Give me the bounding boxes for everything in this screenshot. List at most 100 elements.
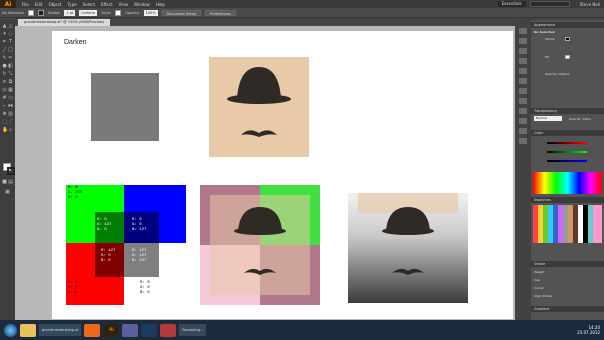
appearance-fill-swatch[interactable]	[565, 55, 570, 59]
type-tool-icon[interactable]: T	[8, 40, 13, 45]
width-tool-icon[interactable]: ≋	[2, 80, 7, 85]
graphic-styles-panel-icon[interactable]	[519, 68, 527, 74]
stroke-swatch[interactable]	[38, 9, 45, 16]
color-panel-icon[interactable]	[519, 28, 527, 34]
stroke-weight-field[interactable]: 1 pt	[64, 9, 76, 16]
mesh-tool-icon[interactable]: #	[2, 96, 7, 101]
swatches-panel-icon[interactable]	[519, 38, 527, 44]
stroke-cap-row[interactable]: Cap	[534, 278, 540, 282]
swatches-grid[interactable]	[533, 205, 602, 243]
transparency-panel-header[interactable]: Transparency	[531, 108, 604, 114]
help-search-input[interactable]	[529, 1, 570, 7]
opacity-value[interactable]: Opacity: 100%	[569, 117, 591, 121]
blob-brush-tool-icon[interactable]: ●	[2, 64, 7, 69]
line-tool-icon[interactable]: ╱	[2, 48, 7, 53]
lasso-tool-icon[interactable]: ◌	[8, 32, 13, 37]
color-g-slider[interactable]	[547, 151, 587, 153]
direct-selection-tool-icon[interactable]: △	[8, 24, 13, 29]
fill-swatch[interactable]	[28, 9, 35, 16]
gradient-panel-icon[interactable]	[519, 98, 527, 104]
menu-window[interactable]: Window	[134, 2, 150, 7]
eraser-tool-icon[interactable]: ◧	[8, 64, 13, 69]
align-panel-icon[interactable]	[519, 118, 527, 124]
graph-tool-icon[interactable]: ▥	[8, 112, 13, 117]
brushes-panel-icon[interactable]	[519, 48, 527, 54]
taskbar-task-recording[interactable]: Recording...	[179, 324, 207, 336]
gradient-mode-icon[interactable]: ▤	[8, 180, 13, 185]
appearance-stroke-row[interactable]: Stroke	[545, 37, 555, 41]
explorer-taskbar-icon[interactable]	[20, 323, 36, 337]
hat-man-square[interactable]	[209, 57, 309, 157]
artboard-tool-icon[interactable]: ⬚	[2, 120, 7, 125]
pathfinder-panel-icon[interactable]	[519, 128, 527, 134]
swatches-panel-header[interactable]: Swatches	[531, 197, 604, 203]
hand-tool-icon[interactable]: ✋	[2, 128, 8, 133]
color-mode-icon[interactable]: ■	[2, 180, 7, 185]
menu-object[interactable]: Object	[48, 2, 61, 7]
workspace-switcher[interactable]: Essentials	[497, 1, 526, 7]
taskbar-task-illustrator-file[interactable]: grandmesterstexp.ai	[39, 324, 82, 336]
illustrator-logo[interactable]: Ai	[0, 0, 16, 8]
gray-square[interactable]	[91, 73, 159, 141]
rotate-tool-icon[interactable]: ↻	[2, 72, 7, 77]
color-b-slider[interactable]	[547, 160, 587, 162]
color-r-slider[interactable]	[547, 142, 587, 144]
layers-panel-icon[interactable]	[519, 78, 527, 84]
style-swatch[interactable]	[115, 9, 122, 16]
screen-mode-icon[interactable]: ▣	[5, 190, 10, 195]
start-button-icon[interactable]	[4, 323, 17, 337]
illustrator-taskbar-icon[interactable]: Ai	[103, 323, 120, 337]
gradient-panel-header[interactable]: Gradient	[531, 306, 604, 312]
slice-tool-icon[interactable]: ⟋	[8, 120, 13, 125]
shape-builder-tool-icon[interactable]: ◎	[2, 88, 7, 93]
acrobat-taskbar-icon[interactable]	[160, 323, 177, 337]
menu-file[interactable]: File	[22, 2, 29, 7]
stroke-weight-row[interactable]: Weight	[534, 270, 544, 274]
artboard[interactable]: Darken R: 0 G: 255 B: 0 R: 0 G: 127 B: 0…	[52, 31, 513, 319]
perspective-grid-tool-icon[interactable]: ▦	[8, 88, 13, 93]
menu-edit[interactable]: Edit	[35, 2, 43, 7]
firefox-taskbar-icon[interactable]	[84, 323, 101, 337]
darken-composite[interactable]	[200, 185, 320, 305]
blend-tool-icon[interactable]: ⧓	[8, 104, 13, 109]
gradient-composite[interactable]	[348, 193, 468, 303]
menu-select[interactable]: Select	[83, 2, 95, 7]
pencil-tool-icon[interactable]: ✏	[8, 56, 13, 61]
zoom-tool-icon[interactable]: ⌕	[8, 128, 13, 133]
stroke-panel-header[interactable]: Stroke	[531, 261, 604, 267]
transform-panel-icon[interactable]	[519, 138, 527, 144]
menu-help[interactable]: Help	[156, 2, 165, 7]
document-setup-button[interactable]: Document Setup	[161, 9, 202, 16]
symbols-panel-icon[interactable]	[519, 58, 527, 64]
bridge-taskbar-icon[interactable]	[122, 323, 139, 337]
color-panel-header[interactable]: Color	[531, 130, 604, 136]
color-spectrum[interactable]	[533, 172, 602, 194]
stroke-panel-icon[interactable]	[519, 88, 527, 94]
menu-view[interactable]: View	[119, 2, 129, 7]
eyedropper-tool-icon[interactable]: ⌐	[2, 104, 7, 109]
stroke-color-box[interactable]	[7, 167, 15, 175]
document-tab[interactable]: grandmesterstexp.ai* @ 150% (RGB/Preview…	[18, 19, 111, 26]
stroke-corner-row[interactable]: Corner	[534, 286, 544, 290]
menu-effect[interactable]: Effect	[101, 2, 113, 7]
opacity-field[interactable]: 100%	[143, 9, 158, 16]
appearance-opacity-row[interactable]: Opacity: Default	[545, 72, 569, 76]
appearance-panel-header[interactable]: Appearance	[531, 22, 604, 28]
selection-tool-icon[interactable]: ▲	[2, 24, 7, 29]
appearance-stroke-swatch[interactable]	[565, 37, 570, 41]
blend-mode-select[interactable]: Normal	[534, 116, 562, 121]
stroke-profile-select[interactable]: Uniform	[79, 9, 98, 16]
photoshop-taskbar-icon[interactable]	[141, 323, 158, 337]
gradient-tool-icon[interactable]: ▭	[8, 96, 13, 101]
free-transform-tool-icon[interactable]: ⧉	[8, 80, 13, 85]
brush-tool-icon[interactable]: ✎	[2, 56, 7, 61]
symbol-sprayer-tool-icon[interactable]: ❋	[2, 112, 7, 117]
transparency-panel-icon[interactable]	[519, 108, 527, 114]
pen-tool-icon[interactable]: ✒	[2, 40, 7, 45]
magic-wand-tool-icon[interactable]: ✦	[2, 32, 7, 37]
appearance-fill-row[interactable]: Fill	[545, 55, 549, 59]
rectangle-tool-icon[interactable]: □	[8, 48, 13, 53]
stroke-align-row[interactable]: Align Stroke	[534, 294, 552, 298]
scale-tool-icon[interactable]: ⤡	[8, 72, 13, 77]
preferences-button[interactable]: Preferences	[205, 9, 236, 16]
